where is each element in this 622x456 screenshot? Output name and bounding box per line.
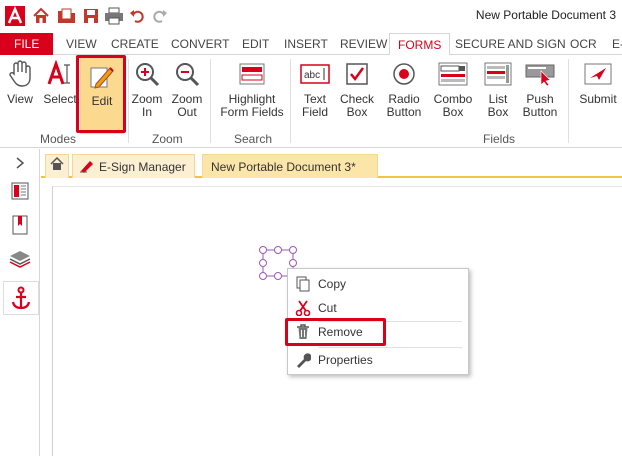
destinations-panel-icon[interactable]: [3, 281, 39, 315]
list-box-icon: [483, 59, 513, 89]
zoom-in-label-2: In: [141, 105, 152, 119]
select-mode-button[interactable]: Select: [43, 59, 77, 106]
modes-group-label: Modes: [40, 132, 77, 146]
svg-text:abc: abc: [304, 70, 320, 81]
text-field-button[interactable]: abc Text Field: [298, 59, 332, 119]
text-select-icon: [45, 59, 75, 89]
title-bar: New Portable Document 3: [0, 0, 622, 33]
copy-icon: [294, 275, 312, 293]
highlight-fields-icon: [237, 59, 267, 89]
combo-box-button[interactable]: Combo Box: [433, 59, 473, 119]
radio-label-2: Button: [386, 105, 422, 119]
print-icon[interactable]: [104, 5, 124, 27]
zoom-out-icon: [172, 59, 202, 89]
combo-box-icon: [438, 59, 468, 89]
redo-icon[interactable]: [152, 5, 168, 27]
group-separator: [128, 59, 129, 143]
group-separator: [290, 59, 291, 143]
submit-label: Submit: [579, 92, 617, 106]
list-box-button[interactable]: List Box: [482, 59, 514, 119]
group-separator: [210, 59, 211, 143]
view-label: View: [7, 92, 33, 106]
app-logo-icon[interactable]: [4, 5, 26, 27]
list-label-2: Box: [487, 105, 509, 119]
home-icon[interactable]: [32, 5, 50, 27]
search-group-label: Search: [234, 132, 273, 146]
zoom-out-button[interactable]: Zoom Out: [171, 59, 203, 119]
combo-label-2: Box: [442, 105, 464, 119]
cut-label: Cut: [318, 301, 337, 315]
undo-icon[interactable]: [129, 5, 145, 27]
zoom-in-icon: [132, 59, 162, 89]
text-field-label-2: Field: [301, 105, 328, 119]
submit-icon: [583, 59, 613, 89]
radio-button-icon: [389, 59, 419, 89]
tab-ocr[interactable]: OCR: [562, 33, 605, 55]
document-tabs: E-Sign Manager New Portable Document 3* …: [41, 152, 622, 198]
radio-button-button[interactable]: Radio Button: [384, 59, 424, 119]
push-button-button[interactable]: Push Button: [520, 59, 560, 119]
e-sign-tab-label: E-Sign Manager: [99, 160, 186, 174]
tab-edit[interactable]: EDIT: [234, 33, 277, 55]
ribbon-tabs: FILE VIEW CREATE CONVERT EDIT INSERT REV…: [0, 33, 622, 56]
group-separator: [568, 59, 569, 143]
open-folder-icon[interactable]: [57, 5, 77, 27]
copy-label: Copy: [318, 277, 347, 291]
menu-item-properties[interactable]: Properties: [288, 349, 468, 371]
menu-divider: [318, 347, 462, 348]
view-mode-button[interactable]: View: [5, 59, 35, 106]
scissors-icon: [294, 299, 312, 317]
highlight-form-fields-button[interactable]: Highlight Form Fields: [220, 59, 284, 119]
home-tab[interactable]: [45, 154, 69, 178]
wrench-icon: [294, 351, 312, 369]
menu-item-copy[interactable]: Copy: [288, 273, 468, 295]
properties-label: Properties: [318, 353, 373, 367]
left-panel: [0, 149, 40, 456]
menu-item-cut[interactable]: Cut: [288, 297, 468, 319]
check-box-label-2: Box: [346, 105, 368, 119]
zoom-in-button[interactable]: Zoom In: [131, 59, 163, 119]
tab-new-portable-document[interactable]: New Portable Document 3* ×: [202, 154, 378, 198]
tab-create[interactable]: CREATE: [103, 33, 167, 55]
home-icon: [50, 156, 64, 170]
tab-forms[interactable]: FORMS: [389, 33, 451, 56]
highlight-label-2: Form Fields: [220, 105, 284, 119]
push-button-icon: [525, 59, 555, 89]
zoom-group-label: Zoom: [152, 132, 183, 146]
push-label-2: Button: [522, 105, 558, 119]
tab-e-overflow[interactable]: E-: [604, 33, 622, 55]
save-icon[interactable]: [82, 5, 100, 27]
select-label: Select: [43, 92, 77, 106]
bookmarks-panel-icon[interactable]: [8, 213, 32, 237]
tab-review[interactable]: REVIEW: [332, 33, 395, 55]
tab-view[interactable]: VIEW: [58, 33, 105, 55]
hand-icon: [5, 59, 35, 89]
e-sign-icon: [80, 161, 93, 173]
check-box-icon: [342, 59, 372, 89]
tab-file[interactable]: FILE: [0, 33, 54, 55]
fields-group-label: Fields: [483, 132, 516, 146]
collapse-panel-icon[interactable]: [10, 153, 30, 173]
edit-highlight-box: [76, 55, 126, 133]
zoom-out-label-2: Out: [177, 105, 197, 119]
check-box-button[interactable]: Check Box: [340, 59, 374, 119]
layers-panel-icon[interactable]: [8, 247, 32, 271]
tab-secure-and-sign[interactable]: SECURE AND SIGN: [447, 33, 574, 55]
window-title: New Portable Document 3: [475, 8, 616, 22]
text-field-icon: abc: [300, 59, 330, 89]
ribbon: View Select Edit Modes Zoom In Zoom Out …: [0, 55, 622, 148]
submit-button[interactable]: Submit: [578, 59, 618, 106]
pages-panel-icon[interactable]: [8, 179, 32, 203]
tab-insert[interactable]: INSERT: [276, 33, 336, 55]
document-tab-label: New Portable Document 3*: [211, 160, 356, 174]
remove-highlight-box: [285, 318, 386, 346]
tab-convert[interactable]: CONVERT: [163, 33, 237, 55]
tab-e-sign-manager[interactable]: E-Sign Manager: [72, 154, 195, 178]
